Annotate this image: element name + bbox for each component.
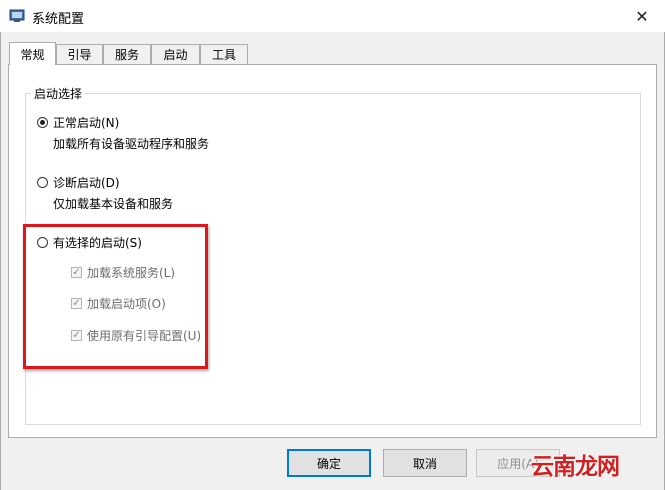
tab-label: 引导 — [67, 48, 92, 62]
close-icon: ✕ — [635, 6, 649, 26]
site-watermark: 云南龙网 — [531, 454, 620, 480]
radio-label: 正常启动(N) — [53, 116, 120, 130]
radio-empty-icon — [37, 177, 48, 188]
tab-label: 常规 — [20, 47, 45, 62]
red-highlight-box — [23, 224, 208, 369]
ok-button[interactable]: 确定 — [287, 449, 371, 477]
window-title: 系统配置 — [32, 12, 85, 27]
close-button[interactable]: ✕ — [619, 0, 665, 32]
tab-services[interactable]: 服务 — [103, 44, 151, 64]
tab-label: 工具 — [211, 48, 236, 62]
normal-startup-description: 加载所有设备驱动程序和服务 — [53, 137, 210, 151]
group-title: 启动选择 — [31, 85, 86, 102]
tab-label: 服务 — [114, 48, 139, 62]
tab-label: 启动 — [163, 48, 188, 62]
msconfig-app-icon — [9, 9, 25, 22]
title-bar: 系统配置 ✕ — [0, 0, 665, 32]
diagnostic-startup-description: 仅加载基本设备和服务 — [53, 197, 174, 211]
radio-label: 诊断启动(D) — [53, 176, 120, 190]
tab-boot[interactable]: 引导 — [56, 44, 103, 64]
normal-startup-radio[interactable]: 正常启动(N) — [37, 114, 119, 131]
tab-startup[interactable]: 启动 — [151, 44, 200, 64]
tab-general[interactable]: 常规 — [9, 42, 56, 65]
cancel-button[interactable]: 取消 — [383, 449, 467, 477]
diagnostic-startup-radio[interactable]: 诊断启动(D) — [37, 174, 120, 191]
tab-tools[interactable]: 工具 — [200, 44, 248, 64]
radio-selected-icon — [37, 117, 48, 128]
